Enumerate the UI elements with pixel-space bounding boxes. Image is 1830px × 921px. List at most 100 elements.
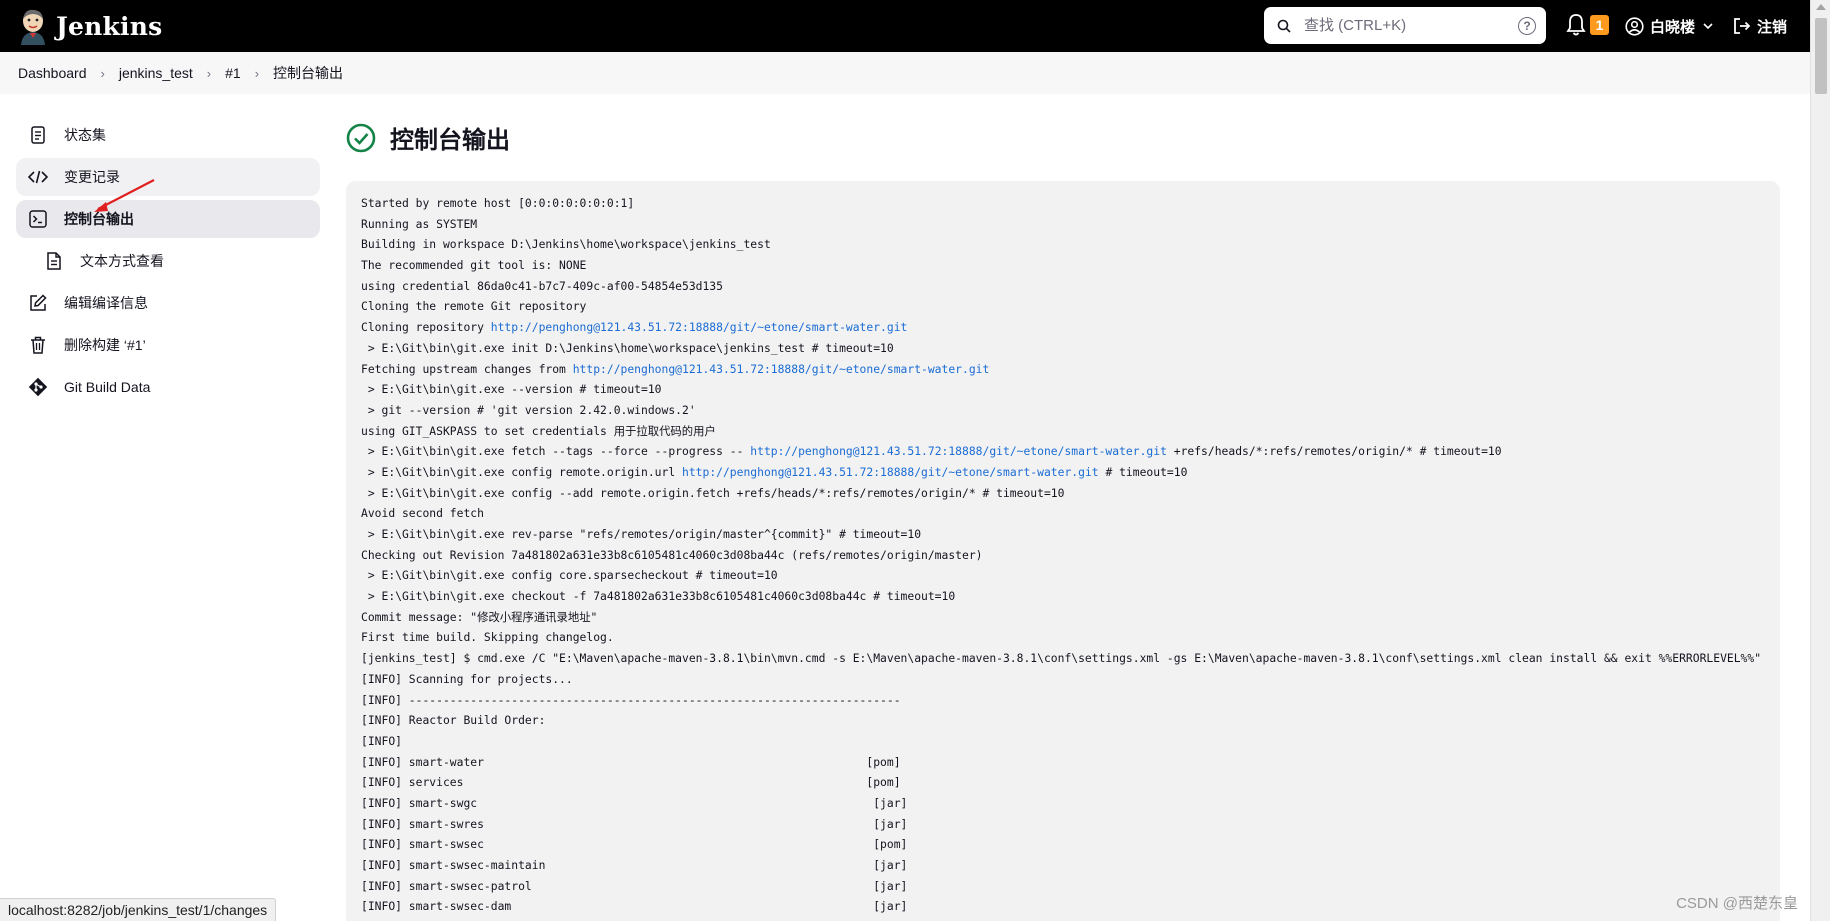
console-line-text: Cloning repository [361, 320, 491, 335]
page-header: 控制台输出 [346, 120, 510, 155]
console-line-text: > E:\Git\bin\git.exe config --add remote… [361, 485, 1065, 500]
git-icon [28, 377, 48, 397]
help-icon[interactable]: ? [1518, 17, 1536, 35]
sidebar-item-edit-build-info[interactable]: 编辑编译信息 [16, 284, 320, 322]
console-line: > E:\Git\bin\git.exe init D:\Jenkins\hom… [361, 338, 1765, 359]
breadcrumb-separator-icon: › [100, 65, 105, 81]
breadcrumb-dashboard[interactable]: Dashboard [18, 65, 87, 81]
console-line-text: # timeout=10 [1098, 464, 1188, 479]
console-line-text: Building in workspace D:\Jenkins\home\wo… [361, 237, 771, 252]
console-line-text: > E:\Git\bin\git.exe fetch --tags --forc… [361, 444, 751, 459]
console-line: Cloning the remote Git repository [361, 296, 1765, 317]
edit-icon [28, 293, 48, 313]
sidebar-item-label: 编辑编译信息 [64, 295, 148, 311]
console-line-text: [INFO] smart-swsec-maintain [jar] [361, 858, 908, 872]
logout-button[interactable]: 注销 [1733, 0, 1787, 52]
console-line-text: > E:\Git\bin\git.exe init D:\Jenkins\hom… [361, 340, 894, 355]
console-line-text: > E:\Git\bin\git.exe checkout -f 7a48180… [361, 589, 956, 604]
logout-label: 注销 [1757, 18, 1788, 36]
search-box[interactable]: ? [1264, 7, 1546, 44]
sidebar-item-label: 状态集 [64, 127, 106, 143]
console-line: The recommended git tool is: NONE [361, 255, 1765, 276]
sidebar-item-plain-text[interactable]: 文本方式查看 [16, 242, 320, 280]
console-line-text: Running as SYSTEM [361, 216, 478, 231]
console-line: > git --version # 'git version 2.42.0.wi… [361, 400, 1765, 421]
sidebar-item-changes[interactable]: 变更记录 [16, 158, 320, 196]
console-line: [INFO] smart-swsec-maintain [jar] [361, 855, 1765, 876]
breadcrumb-job[interactable]: jenkins_test [119, 65, 193, 81]
console-line-text: Checking out Revision 7a481802a631e33b8c… [361, 547, 983, 562]
console-link[interactable]: http://penghong@121.43.51.72:18888/git/~… [573, 362, 990, 376]
user-icon [1625, 16, 1644, 36]
console-line-text: [INFO] smart-swres [jar] [361, 816, 908, 831]
page-scrollbar[interactable] [1810, 0, 1830, 921]
sidebar-item-status[interactable]: 状态集 [16, 116, 320, 154]
breadcrumb-separator-icon: › [254, 65, 260, 81]
search-icon [1276, 18, 1292, 34]
console-line: > E:\Git\bin\git.exe --version # timeout… [361, 379, 1765, 400]
scrollbar-thumb[interactable] [1815, 18, 1827, 94]
console-line: using GIT_ASKPASS to set credentials 用于拉… [361, 421, 1765, 442]
console-line: Cloning repository http://penghong@121.4… [361, 317, 1765, 338]
watermark: CSDN @西楚东皇 [1676, 895, 1798, 912]
console-line: [INFO] smart-swsec-patrol [jar] [361, 876, 1765, 897]
console-line-text: [INFO] smart-swsec [pom] [361, 837, 908, 852]
console-output: Started by remote host [0:0:0:0:0:0:0:1]… [346, 181, 1780, 921]
document-icon [28, 125, 48, 145]
user-name: 白晓楼 [1650, 18, 1696, 36]
trash-icon [28, 335, 48, 355]
sidebar-item-label: 变更记录 [64, 169, 120, 185]
console-line: Commit message: "修改小程序通讯录地址" [361, 607, 1765, 628]
console-line: Building in workspace D:\Jenkins\home\wo… [361, 234, 1765, 255]
console-line: [INFO] smart-swres [jar] [361, 814, 1765, 835]
console-line: > E:\Git\bin\git.exe config --add remote… [361, 483, 1765, 504]
console-line-text: [INFO] smart-swsec-patrol [jar] [361, 878, 908, 893]
sidebar-item-console-output[interactable]: 控制台输出 [16, 200, 320, 238]
search-input[interactable] [1304, 17, 1504, 34]
console-line-text: The recommended git tool is: NONE [361, 258, 587, 273]
console-line-text: +refs/heads/*:refs/remotes/origin/* # ti… [1166, 444, 1502, 459]
bell-icon[interactable] [1566, 13, 1588, 39]
page-title: 控制台输出 [390, 127, 510, 154]
console-line: Checking out Revision 7a481802a631e33b8c… [361, 545, 1765, 566]
console-line-text: [INFO] services [pom] [361, 775, 901, 790]
console-line: Started by remote host [0:0:0:0:0:0:0:1] [361, 193, 1765, 214]
sidebar-item-delete-build[interactable]: 删除构建 ‘#1’ [16, 326, 320, 364]
breadcrumb: Dashboard › jenkins_test › #1 › 控制台输出 [0, 52, 1810, 94]
console-line: [INFO] smart-swsec [pom] [361, 834, 1765, 855]
sidebar-item-label: 删除构建 ‘#1’ [64, 337, 146, 353]
console-link[interactable]: http://penghong@121.43.51.72:18888/git/~… [750, 444, 1167, 458]
notification-badge[interactable]: 1 [1590, 15, 1609, 35]
breadcrumb-build[interactable]: #1 [225, 65, 241, 81]
console-line: [INFO] services [pom] [361, 772, 1765, 793]
jenkins-logo[interactable]: Jenkins [18, 0, 162, 52]
sidebar-item-label: 控制台输出 [64, 211, 134, 227]
console-line-text: > E:\Git\bin\git.exe --version # timeout… [361, 382, 662, 397]
sidebar: 状态集 变更记录 控制台输出 文本方式查看 编辑编译信息 删除构建 ‘#1’ G… [16, 116, 320, 410]
scroll-up-icon[interactable] [1816, 4, 1826, 10]
console-line-text: [INFO] smart-swgc [jar] [361, 795, 908, 810]
top-header: Jenkins ? 1 白晓楼 注销 [0, 0, 1810, 52]
console-line-text: Commit message: "修改小程序通讯录地址" [361, 609, 598, 624]
console-line-text: [INFO] Scanning for projects... [361, 671, 573, 686]
console-line: Fetching upstream changes from http://pe… [361, 359, 1765, 380]
console-line-text: [INFO] Reactor Build Order: [361, 713, 546, 728]
console-link[interactable]: http://penghong@121.43.51.72:18888/git/~… [682, 465, 1099, 479]
breadcrumb-current[interactable]: 控制台输出 [273, 63, 343, 83]
file-text-icon [44, 251, 64, 271]
console-line-text: [INFO] smart-water [pom] [361, 754, 901, 769]
code-icon [28, 167, 48, 187]
console-line-text: > E:\Git\bin\git.exe config core.sparsec… [361, 568, 778, 583]
console-line-text: Fetching upstream changes from [361, 361, 573, 376]
chevron-down-icon [1703, 23, 1713, 29]
console-line: [jenkins_test] $ cmd.exe /C "E:\Maven\ap… [361, 648, 1765, 669]
sidebar-item-git-build-data[interactable]: Git Build Data [16, 368, 320, 406]
console-line-text: using credential 86da0c41-b7c7-409c-af00… [361, 278, 723, 293]
breadcrumb-separator-icon: › [206, 65, 212, 81]
console-line-text: > E:\Git\bin\git.exe rev-parse "refs/rem… [361, 527, 922, 541]
user-menu[interactable]: 白晓楼 [1625, 0, 1713, 52]
console-link[interactable]: http://penghong@121.43.51.72:18888/git/~… [491, 320, 908, 334]
browser-status-url: localhost:8282/job/jenkins_test/1/change… [0, 898, 277, 921]
console-line: using credential 86da0c41-b7c7-409c-af00… [361, 276, 1765, 297]
console-line-text: [jenkins_test] $ cmd.exe /C "E:\Maven\ap… [361, 651, 1762, 666]
